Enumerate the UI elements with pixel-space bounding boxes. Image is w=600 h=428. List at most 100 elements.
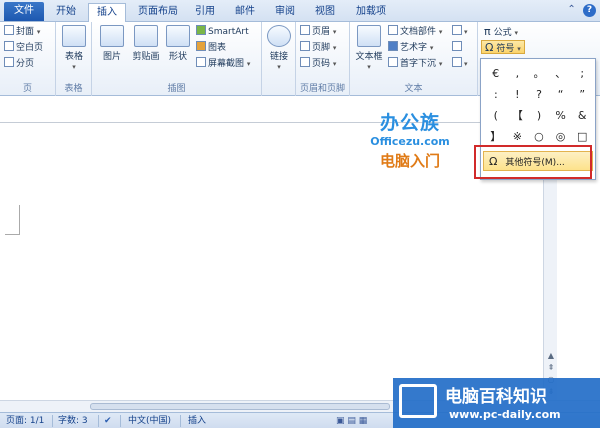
signature-line-button[interactable]: ▾	[452, 25, 468, 39]
links-button[interactable]: 链接 ▾	[265, 25, 293, 72]
symbol-cell[interactable]: ○	[528, 126, 550, 147]
document-area[interactable]	[0, 97, 560, 400]
horizontal-scroll-thumb[interactable]	[90, 403, 390, 410]
link-icon	[267, 25, 291, 47]
symbol-cell[interactable]: &	[571, 105, 593, 126]
symbol-cell[interactable]: :	[485, 84, 507, 105]
group-table: 表格 ▾ 表格	[56, 22, 92, 96]
tab-file[interactable]: 文件	[4, 2, 44, 21]
symbol-button[interactable]: Ω 符号 ▾	[481, 40, 525, 54]
group-illustrations: 图片 剪贴画 形状 SmartArt 图表 屏幕截图 ▾ 插图	[92, 22, 262, 96]
cover-page-icon	[4, 25, 14, 35]
symbol-cell[interactable]: ?	[528, 84, 550, 105]
symbol-cell[interactable]: !	[507, 84, 529, 105]
symbol-cell[interactable]: ◎	[550, 126, 572, 147]
minimize-ribbon-icon[interactable]: ⌃	[567, 4, 575, 15]
symbol-cell[interactable]: ,	[507, 63, 529, 84]
watermark-site-title: 电脑百科知识	[445, 387, 547, 407]
symbol-cell[interactable]: %	[550, 105, 572, 126]
status-divider	[52, 415, 53, 427]
tab-addins[interactable]: 加载项	[348, 3, 394, 22]
screenshot-button[interactable]: 屏幕截图 ▾	[196, 57, 250, 71]
symbol-cell[interactable]: ※	[507, 126, 529, 147]
symbol-cell[interactable]: 、	[550, 63, 572, 84]
wordart-button[interactable]: 艺术字 ▾	[388, 41, 433, 55]
omega-icon: Ω	[485, 41, 494, 54]
equation-button[interactable]: π 公式 ▾	[484, 25, 518, 39]
tab-mailings[interactable]: 邮件	[228, 3, 262, 22]
page-break-button[interactable]: 分页	[4, 57, 34, 71]
insert-mode[interactable]: 插入	[188, 415, 206, 427]
tab-view[interactable]: 视图	[308, 3, 342, 22]
signature-icon	[452, 25, 462, 35]
clipart-button[interactable]: 剪贴画	[130, 25, 162, 62]
symbol-cell[interactable]: ”	[571, 84, 593, 105]
symbol-cell[interactable]: )	[528, 105, 550, 126]
watermark-url: Officezu.com	[370, 135, 450, 148]
prev-page-icon[interactable]: ⇞	[545, 362, 557, 374]
wordart-icon	[388, 41, 398, 51]
symbol-cell[interactable]: 【	[507, 105, 529, 126]
chart-button[interactable]: 图表	[196, 41, 226, 55]
tab-review[interactable]: 审阅	[268, 3, 302, 22]
symbol-cell[interactable]: □	[571, 126, 593, 147]
picture-button[interactable]: 图片	[98, 25, 126, 62]
page-number-button[interactable]: 页码 ▾	[300, 57, 336, 71]
table-button[interactable]: 表格 ▾	[60, 25, 88, 72]
help-icon[interactable]: ?	[583, 4, 596, 17]
drop-cap-icon	[388, 57, 398, 67]
tab-page-layout[interactable]: 页面布局	[130, 3, 186, 22]
date-time-button[interactable]	[452, 41, 464, 55]
monitor-icon	[399, 384, 437, 418]
watermark-officezu: 办公族 Officezu.com 电脑入门	[355, 108, 465, 171]
picture-icon	[100, 25, 124, 47]
table-icon	[62, 25, 86, 47]
tab-home[interactable]: 开始	[48, 3, 84, 22]
watermark-subtitle: 电脑入门	[379, 152, 440, 170]
shapes-button[interactable]: 形状	[164, 25, 192, 62]
status-divider	[180, 415, 181, 427]
window-controls: ⌃ ?	[567, 4, 596, 17]
symbol-cell[interactable]: ;	[571, 63, 593, 84]
word-count[interactable]: 字数: 3	[58, 415, 88, 427]
proofing-icon[interactable]: ✔	[104, 415, 112, 427]
watermark-brand: 办公族	[379, 112, 440, 134]
page-count[interactable]: 页面: 1/1	[6, 415, 44, 427]
group-label-illustrations: 插图	[167, 84, 186, 94]
group-links: 链接 ▾	[262, 22, 296, 96]
group-text: 文本框 ▾ 文档部件 ▾ 艺术字 ▾ 首字下沉 ▾ ▾ ▾ 文本	[350, 22, 478, 96]
quick-parts-button[interactable]: 文档部件 ▾	[388, 25, 442, 39]
language-indicator[interactable]: 中文(中国)	[128, 415, 171, 427]
scroll-up-icon[interactable]: ▲	[545, 350, 557, 362]
symbol-cell[interactable]: (	[485, 105, 507, 126]
page-break-icon	[4, 57, 14, 67]
watermark-site-url: www.pc-daily.com	[449, 408, 561, 421]
cover-page-button[interactable]: 封面 ▾	[4, 25, 40, 39]
object-button[interactable]: ▾	[452, 57, 468, 71]
blank-page-icon	[4, 41, 14, 51]
view-buttons-icon[interactable]: ▣ ▤ ▦	[336, 415, 367, 427]
blank-page-button[interactable]: 空白页	[4, 41, 43, 55]
textbox-icon	[357, 25, 381, 47]
group-label-header-footer: 页眉和页脚	[299, 84, 345, 94]
textbox-button[interactable]: 文本框 ▾	[354, 25, 384, 72]
footer-button[interactable]: 页脚 ▾	[300, 41, 336, 55]
watermark-pc-daily: 电脑百科知识 www.pc-daily.com	[393, 378, 600, 428]
tab-insert[interactable]: 插入	[88, 3, 126, 22]
smartart-button[interactable]: SmartArt	[196, 25, 249, 39]
status-divider	[98, 415, 99, 427]
clipart-icon	[134, 25, 158, 47]
symbol-cell[interactable]: 】	[485, 126, 507, 147]
header-icon	[300, 25, 310, 35]
drop-cap-button[interactable]: 首字下沉 ▾	[388, 57, 442, 71]
tab-references[interactable]: 引用	[188, 3, 222, 22]
symbol-cell[interactable]: 。	[528, 63, 550, 84]
object-icon	[452, 57, 462, 67]
symbol-cell[interactable]: €	[485, 63, 507, 84]
symbol-cell[interactable]: “	[550, 84, 572, 105]
header-button[interactable]: 页眉 ▾	[300, 25, 336, 39]
ribbon-tab-bar: 文件 开始 插入 页面布局 引用 邮件 审阅 视图 加载项 ⌃ ?	[0, 0, 600, 22]
pi-icon: π	[484, 25, 491, 38]
group-header-footer: 页眉 ▾ 页脚 ▾ 页码 ▾ 页眉和页脚	[296, 22, 350, 96]
quick-parts-icon	[388, 25, 398, 35]
